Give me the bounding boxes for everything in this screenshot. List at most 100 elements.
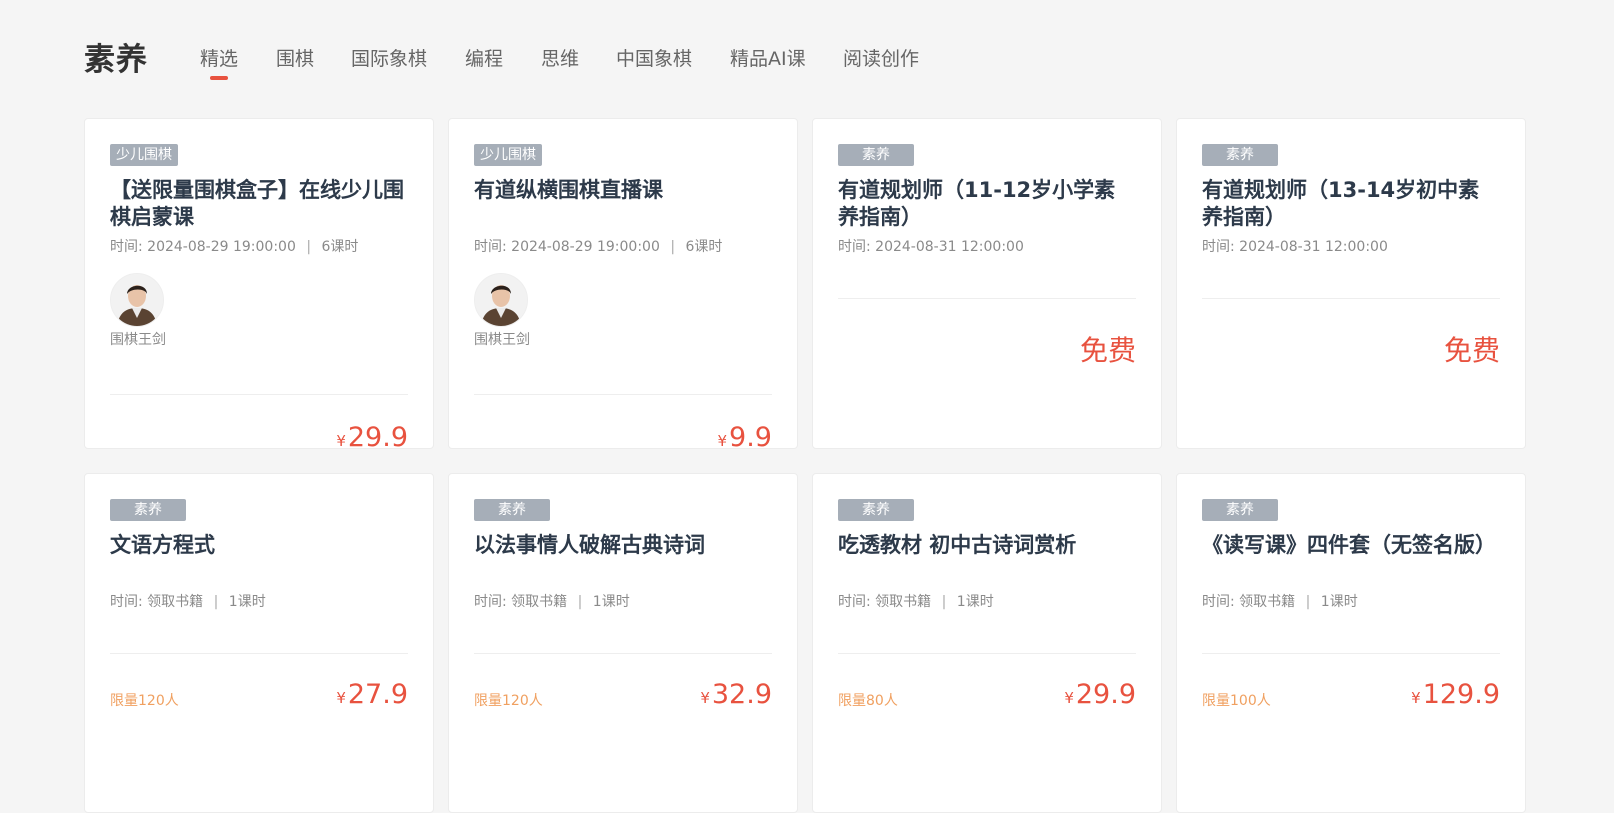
active-tab-indicator: [210, 76, 228, 80]
course-card[interactable]: 素养 以法事情人破解古典诗词 时间: 领取书籍 | 1课时 限量120人 ¥32…: [448, 473, 798, 813]
tab-featured[interactable]: 精选: [200, 44, 238, 71]
time-prefix: 时间:: [110, 594, 143, 610]
course-card[interactable]: 少儿围棋 【送限量围棋盒子】在线少儿围棋启蒙课 时间: 2024-08-29 1…: [84, 118, 434, 453]
course-price: ¥32.9: [700, 679, 772, 710]
meta-separator: |: [941, 594, 947, 610]
tab-go[interactable]: 围棋: [276, 44, 314, 71]
course-title[interactable]: 吃透教材 初中古诗词赏析: [838, 532, 1136, 559]
teacher-name: 围棋王剑: [474, 332, 530, 348]
category-tag: 少儿围棋: [474, 144, 542, 166]
time-prefix: 时间:: [1202, 594, 1235, 610]
section-header: 素养 精选 围棋 国际象棋 编程 思维 中国象棋 精品AI课 阅读创作: [84, 30, 1564, 86]
meta-separator: |: [670, 239, 676, 255]
course-lessons: 6课时: [685, 239, 723, 255]
category-tag: 素养: [474, 499, 550, 521]
currency-symbol: ¥: [700, 689, 710, 707]
price-value: 29.9: [1075, 679, 1136, 710]
tab-thinking[interactable]: 思维: [541, 44, 579, 71]
currency-symbol: ¥: [1411, 689, 1421, 707]
course-time: 领取书籍: [1239, 594, 1296, 610]
time-prefix: 时间:: [474, 239, 507, 255]
tab-programming[interactable]: 编程: [465, 44, 503, 71]
quota-label: 限量80人: [838, 693, 898, 709]
card-divider: [1202, 653, 1500, 654]
card-divider: [838, 653, 1136, 654]
course-lessons: 1课时: [956, 594, 994, 610]
course-price: ¥29.9: [336, 422, 408, 453]
teacher-avatar: [110, 273, 164, 327]
category-tag: 素养: [1202, 144, 1278, 166]
course-lessons: 1课时: [228, 594, 266, 610]
meta-separator: |: [577, 594, 583, 610]
course-time: 领取书籍: [875, 594, 932, 610]
free-label: 免费: [1079, 334, 1136, 367]
course-meta: 时间: 2024-08-31 12:00:00: [838, 236, 1024, 256]
course-meta: 时间: 领取书籍 | 1课时: [838, 591, 994, 611]
time-prefix: 时间:: [838, 594, 871, 610]
price-value: 29.9: [347, 422, 408, 453]
tab-reading-writing[interactable]: 阅读创作: [843, 44, 919, 71]
course-card[interactable]: 素养 有道规划师（11-12岁小学素养指南） 时间: 2024-08-31 12…: [812, 118, 1162, 449]
quota-label: 限量120人: [110, 693, 179, 709]
section-title: 素养: [84, 42, 148, 78]
course-time: 领取书籍: [147, 594, 204, 610]
course-card[interactable]: 素养 有道规划师（13-14岁初中素养指南） 时间: 2024-08-31 12…: [1176, 118, 1526, 449]
category-tag: 素养: [838, 499, 914, 521]
tab-chinese-chess[interactable]: 中国象棋: [616, 44, 692, 71]
meta-separator: |: [1305, 594, 1311, 610]
price-value: 129.9: [1422, 679, 1500, 710]
card-divider: [474, 653, 772, 654]
course-card[interactable]: 素养 《读写课》四件套（无签名版） 时间: 领取书籍 | 1课时 限量100人 …: [1176, 473, 1526, 813]
time-prefix: 时间:: [110, 239, 143, 255]
course-meta: 时间: 2024-08-29 19:00:00 | 6课时: [474, 236, 722, 256]
course-price: ¥9.9: [718, 422, 773, 453]
course-title[interactable]: 文语方程式: [110, 532, 408, 559]
currency-symbol: ¥: [717, 432, 728, 450]
card-divider: [474, 394, 772, 395]
course-time: 2024-08-29 19:00:00: [511, 239, 660, 255]
course-time: 领取书籍: [511, 594, 568, 610]
tab-ai-course[interactable]: 精品AI课: [730, 44, 806, 71]
category-tag: 素养: [110, 499, 186, 521]
course-card[interactable]: 少儿围棋 有道纵横围棋直播课 时间: 2024-08-29 19:00:00 |…: [448, 118, 798, 453]
course-card[interactable]: 素养 文语方程式 时间: 领取书籍 | 1课时 限量120人 ¥27.9: [84, 473, 434, 813]
course-title[interactable]: 以法事情人破解古典诗词: [474, 532, 772, 559]
category-tag: 素养: [1202, 499, 1278, 521]
category-tag: 少儿围棋: [110, 144, 178, 166]
course-title[interactable]: 《读写课》四件套（无签名版）: [1202, 532, 1500, 559]
course-meta: 时间: 2024-08-29 19:00:00 | 6课时: [110, 236, 358, 256]
card-divider: [1202, 298, 1500, 299]
price-value: 27.9: [347, 679, 408, 710]
course-price: ¥27.9: [336, 679, 408, 710]
course-time: 2024-08-31 12:00:00: [1239, 239, 1388, 255]
currency-symbol: ¥: [336, 689, 346, 707]
course-meta: 时间: 领取书籍 | 1课时: [110, 591, 266, 611]
course-title[interactable]: 有道纵横围棋直播课: [474, 177, 772, 204]
card-divider: [110, 394, 408, 395]
course-meta: 时间: 2024-08-31 12:00:00: [1202, 236, 1388, 256]
course-title[interactable]: 有道规划师（11-12岁小学素养指南）: [838, 177, 1136, 231]
quota-label: 限量100人: [1202, 693, 1271, 709]
teacher-name: 围棋王剑: [110, 332, 166, 348]
time-prefix: 时间:: [1202, 239, 1235, 255]
course-price: ¥129.9: [1411, 679, 1500, 710]
teacher[interactable]: [474, 273, 534, 327]
card-divider: [110, 653, 408, 654]
course-card[interactable]: 素养 吃透教材 初中古诗词赏析 时间: 领取书籍 | 1课时 限量80人 ¥29…: [812, 473, 1162, 813]
course-lessons: 6课时: [321, 239, 359, 255]
course-lessons: 1课时: [592, 594, 630, 610]
teacher[interactable]: [110, 273, 170, 327]
time-prefix: 时间:: [838, 239, 871, 255]
course-title[interactable]: 有道规划师（13-14岁初中素养指南）: [1202, 177, 1500, 231]
currency-symbol: ¥: [1064, 689, 1074, 707]
course-title[interactable]: 【送限量围棋盒子】在线少儿围棋启蒙课: [110, 177, 408, 231]
course-time: 2024-08-29 19:00:00: [147, 239, 296, 255]
course-time: 2024-08-31 12:00:00: [875, 239, 1024, 255]
tab-chess[interactable]: 国际象棋: [351, 44, 427, 71]
free-label: 免费: [1443, 334, 1500, 367]
meta-separator: |: [306, 239, 312, 255]
price-value: 9.9: [729, 422, 772, 453]
price-value: 32.9: [711, 679, 772, 710]
meta-separator: |: [213, 594, 219, 610]
quota-label: 限量120人: [474, 693, 543, 709]
